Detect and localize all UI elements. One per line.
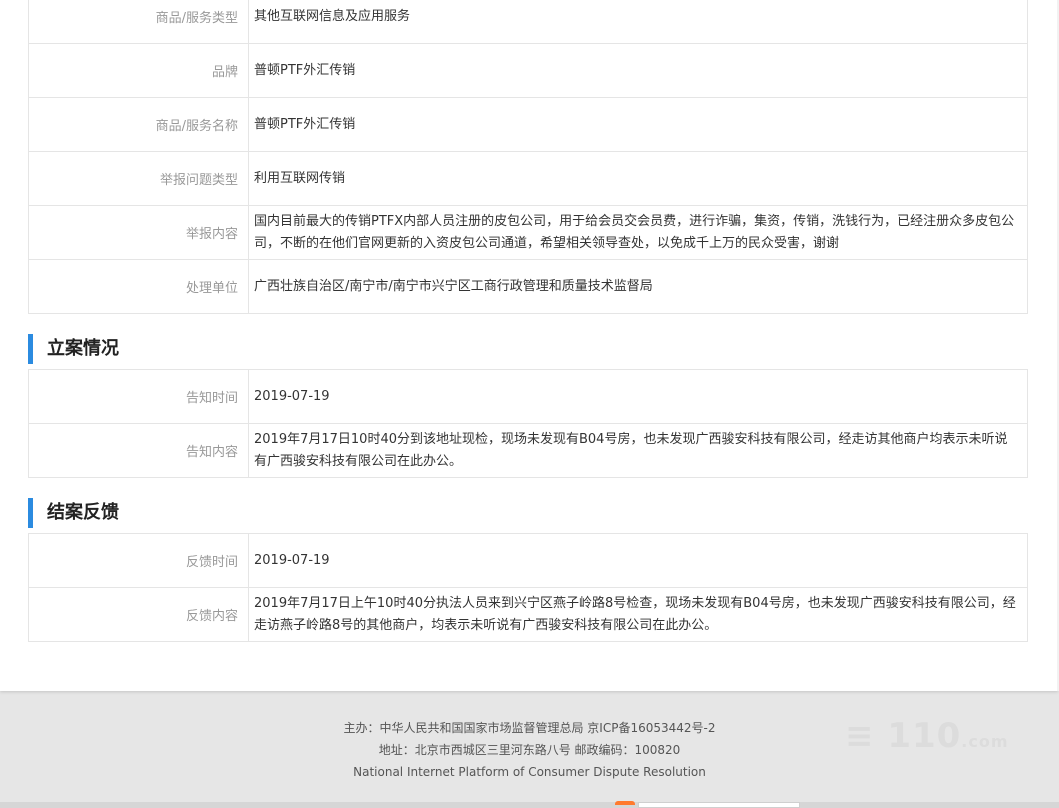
row-value-feedback-time: 2019-07-19: [248, 533, 1028, 588]
table-row: 举报内容 国内目前最大的传销PTFX内部人员注册的皮包公司，用于给会员交会员费，…: [28, 205, 1028, 260]
row-label-feedback-content: 反馈内容: [28, 587, 249, 642]
table-row: 告知内容 2019年7月17日10时40分到该地址现检，现场未发现有B04号房，…: [28, 423, 1028, 478]
table-row: 商品/服务类型 其他互联网信息及应用服务: [28, 0, 1028, 44]
filing-info-table: 告知时间 2019-07-19 告知内容 2019年7月17日10时40分到该地…: [28, 369, 1028, 478]
row-value-service-type: 其他互联网信息及应用服务: [248, 0, 1028, 44]
row-value-handling-unit: 广西壮族自治区/南宁市/南宁市兴宁区工商行政管理和质量技术监督局: [248, 259, 1028, 314]
row-value-feedback-content: 2019年7月17日上午10时40分执法人员来到兴宁区燕子岭路8号检查，现场未发…: [248, 587, 1028, 642]
table-row: 反馈时间 2019-07-19: [28, 533, 1028, 588]
table-row: 品牌 普顿PTF外汇传销: [28, 43, 1028, 98]
watermark-logo: ≡ 110.com: [845, 716, 1009, 756]
watermark-suffix: .com: [961, 732, 1009, 751]
row-label-brand: 品牌: [28, 43, 249, 98]
section-title-filing: 立案情况: [28, 334, 119, 364]
row-label-issue-type: 举报问题类型: [28, 151, 249, 206]
row-label-handling-unit: 处理单位: [28, 259, 249, 314]
row-label-notice-time: 告知时间: [28, 369, 249, 424]
table-row: 反馈内容 2019年7月17日上午10时40分执法人员来到兴宁区燕子岭路8号检查…: [28, 587, 1028, 642]
watermark-text: ≡ 110: [845, 716, 962, 756]
complaint-info-table: 商品/服务类型 其他互联网信息及应用服务 品牌 普顿PTF外汇传销 商品/服务名…: [28, 0, 1028, 314]
row-value-issue-type: 利用互联网传销: [248, 151, 1028, 206]
bottom-bar: [0, 802, 1059, 808]
section-title-closing: 结案反馈: [28, 498, 119, 528]
table-row: 处理单位 广西壮族自治区/南宁市/南宁市兴宁区工商行政管理和质量技术监督局: [28, 259, 1028, 314]
row-value-notice-content: 2019年7月17日10时40分到该地址现检，现场未发现有B04号房，也未发现广…: [248, 423, 1028, 478]
table-row: 举报问题类型 利用互联网传销: [28, 151, 1028, 206]
row-label-notice-content: 告知内容: [28, 423, 249, 478]
row-label-service-name: 商品/服务名称: [28, 97, 249, 152]
row-label-service-type: 商品/服务类型: [28, 0, 249, 44]
row-value-brand: 普顿PTF外汇传销: [248, 43, 1028, 98]
row-label-feedback-time: 反馈时间: [28, 533, 249, 588]
footer-platform-name: National Internet Platform of Consumer D…: [353, 765, 706, 779]
row-value-notice-time: 2019-07-19: [248, 369, 1028, 424]
row-value-report-content: 国内目前最大的传销PTFX内部人员注册的皮包公司，用于给会员交会员费，进行诈骗，…: [248, 205, 1028, 260]
row-value-service-name: 普顿PTF外汇传销: [248, 97, 1028, 152]
closing-info-table: 反馈时间 2019-07-19 反馈内容 2019年7月17日上午10时40分执…: [28, 533, 1028, 642]
table-row: 商品/服务名称 普顿PTF外汇传销: [28, 97, 1028, 152]
table-row: 告知时间 2019-07-19: [28, 369, 1028, 424]
bottom-input-box[interactable]: [638, 802, 800, 808]
row-label-report-content: 举报内容: [28, 205, 249, 260]
bottom-tab-indicator[interactable]: [615, 801, 635, 805]
